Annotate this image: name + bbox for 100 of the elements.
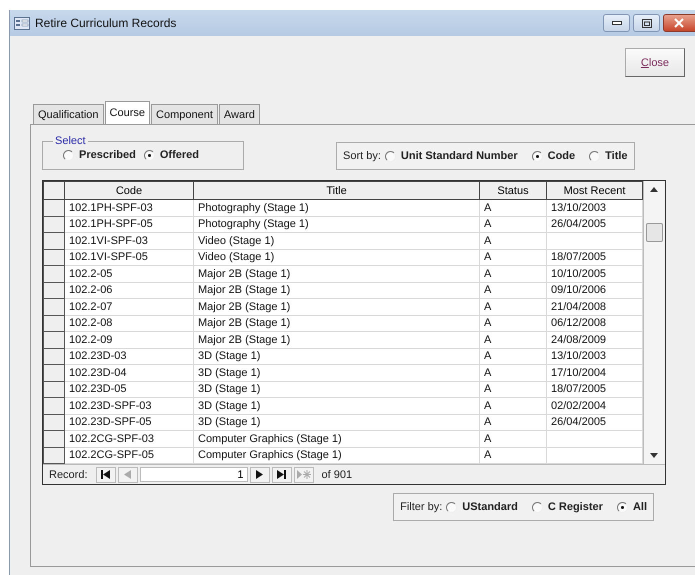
record-number-field[interactable]: 1	[140, 467, 248, 482]
group-legend: Select	[53, 135, 88, 147]
close-window-button[interactable]	[663, 14, 695, 32]
radio-option[interactable]: Title	[589, 150, 628, 162]
tab[interactable]: Award	[218, 104, 260, 124]
scrollbar[interactable]	[643, 181, 664, 464]
table-cell: A	[480, 332, 546, 348]
radio-option[interactable]: Offered	[144, 149, 199, 161]
table-cell: A	[480, 414, 546, 430]
table-cell: 102.23D-SPF-03	[64, 398, 194, 414]
row-selector[interactable]	[44, 414, 64, 430]
tab[interactable]: Qualification	[33, 104, 104, 124]
previous-record-icon	[124, 470, 132, 479]
row-selector[interactable]	[44, 249, 64, 266]
next-record-button[interactable]	[250, 466, 270, 482]
table-cell: 102.1PH-SPF-03	[64, 200, 194, 216]
table-cell: Major 2B (Stage 1)	[194, 315, 480, 332]
table-cell: 102.23D-SPF-05	[64, 414, 194, 430]
minimize-button[interactable]	[603, 14, 630, 32]
table-cell: A	[480, 232, 546, 249]
table-cell: 102.1VI-SPF-05	[64, 249, 194, 266]
row-selector[interactable]	[44, 266, 64, 282]
table-cell: A	[480, 348, 546, 364]
radio-option[interactable]: Prescribed	[63, 149, 136, 161]
table-cell: 26/04/2005	[546, 414, 642, 430]
row-selector[interactable]	[44, 232, 64, 249]
row-selector[interactable]	[44, 200, 64, 216]
radio-option[interactable]: Code	[532, 150, 576, 162]
table-cell: 18/07/2005	[546, 249, 642, 266]
first-record-button[interactable]	[96, 466, 116, 482]
radio-label: UStandard	[462, 501, 518, 513]
table-cell: 24/08/2009	[546, 332, 642, 348]
table-cell: 13/10/2003	[546, 200, 642, 216]
row-selector[interactable]	[44, 381, 64, 398]
table-cell: Computer Graphics (Stage 1)	[194, 430, 480, 447]
table-cell: Major 2B (Stage 1)	[194, 266, 480, 282]
row-selector[interactable]	[44, 364, 64, 381]
table-cell: 102.1VI-SPF-03	[64, 232, 194, 249]
table-cell: 102.2-06	[64, 282, 194, 298]
radio-label: Title	[605, 150, 628, 162]
table-cell: 10/10/2005	[546, 266, 642, 282]
table-cell: 18/07/2005	[546, 381, 642, 398]
table-cell: Video (Stage 1)	[194, 232, 480, 249]
last-record-icon	[277, 470, 286, 479]
record-count: of 901	[322, 468, 352, 480]
close-button[interactable]: Close	[625, 48, 685, 77]
table-cell: 102.2CG-SPF-05	[64, 447, 194, 464]
table-cell: 3D (Stage 1)	[194, 381, 480, 398]
table-cell: 102.2-09	[64, 332, 194, 348]
new-record-icon	[296, 470, 311, 479]
table-cell: A	[480, 398, 546, 414]
table-cell: 26/04/2005	[546, 216, 642, 232]
next-record-icon	[256, 470, 264, 479]
scroll-up-icon	[650, 187, 658, 192]
radio-option[interactable]: C Register	[532, 501, 603, 513]
table-cell: 17/10/2004	[546, 364, 642, 381]
row-selector[interactable]	[44, 332, 64, 348]
row-selector[interactable]	[44, 282, 64, 298]
tab[interactable]: Course	[104, 101, 150, 124]
table-cell: 02/02/2004	[546, 398, 642, 414]
sort-by-label: Sort by:	[343, 150, 381, 162]
radio-label: Prescribed	[79, 149, 136, 161]
row-selector[interactable]	[44, 216, 64, 232]
last-record-button[interactable]	[272, 466, 292, 482]
table-cell: 3D (Stage 1)	[194, 364, 480, 381]
table-cell: 102.2-07	[64, 298, 194, 315]
window-title: Retire Curriculum Records	[35, 16, 178, 30]
table-cell: 102.1PH-SPF-05	[64, 216, 194, 232]
close-icon	[674, 18, 684, 28]
table-cell: A	[480, 430, 546, 447]
row-selector[interactable]	[44, 315, 64, 332]
table-cell: Photography (Stage 1)	[194, 200, 480, 216]
scroll-thumb[interactable]	[646, 223, 662, 242]
table-cell: A	[480, 266, 546, 282]
table-cell: A	[480, 364, 546, 381]
radio-label: Offered	[160, 149, 199, 161]
table-cell: Video (Stage 1)	[194, 249, 480, 266]
table-cell: Computer Graphics (Stage 1)	[194, 447, 480, 464]
row-selector[interactable]	[44, 398, 64, 414]
column-header: Code	[64, 182, 194, 200]
table-cell: 3D (Stage 1)	[194, 414, 480, 430]
table-cell: 09/10/2006	[546, 282, 642, 298]
tab[interactable]: Component	[151, 104, 218, 124]
table-cell: 102.2CG-SPF-03	[64, 430, 194, 447]
table-cell: Photography (Stage 1)	[194, 216, 480, 232]
row-selector[interactable]	[44, 447, 64, 464]
row-selector[interactable]	[44, 348, 64, 364]
row-selector[interactable]	[44, 430, 64, 447]
table-cell: 102.23D-04	[64, 364, 194, 381]
row-selector[interactable]	[44, 298, 64, 315]
restore-icon	[642, 18, 652, 28]
table-cell: 3D (Stage 1)	[194, 348, 480, 364]
table-cell: A	[480, 381, 546, 398]
table-cell: A	[480, 298, 546, 315]
radio-option[interactable]: All	[616, 501, 647, 513]
restore-button[interactable]	[633, 14, 660, 32]
radio-option[interactable]: UStandard	[446, 501, 518, 513]
table-cell: 102.2-08	[64, 315, 194, 332]
table-cell: A	[480, 249, 546, 266]
table-cell: A	[480, 216, 546, 232]
